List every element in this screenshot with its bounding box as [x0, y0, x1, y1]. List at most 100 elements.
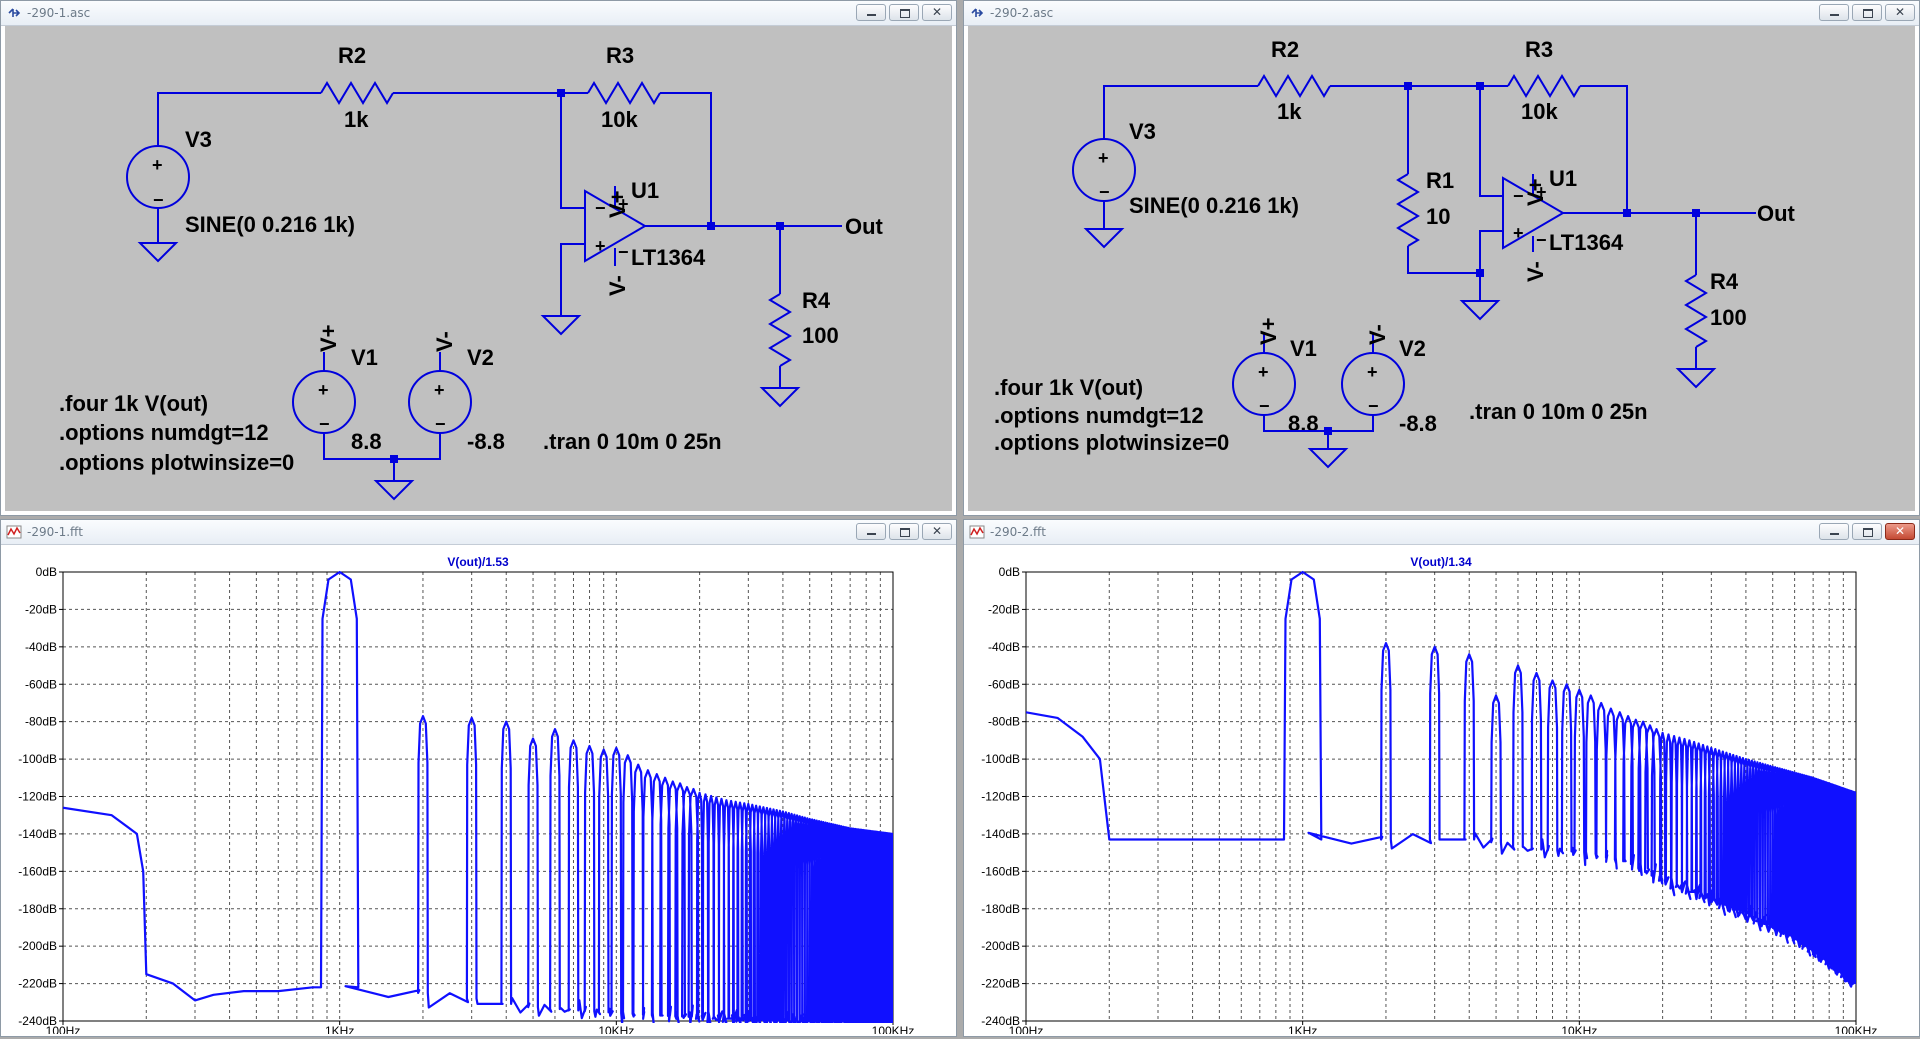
x-tick-label: 10KHz [598, 1024, 634, 1034]
svg-text:+: + [152, 155, 163, 175]
y-tick-label: -40dB [988, 640, 1020, 654]
svg-text:−: − [595, 198, 606, 218]
y-tick-label: -60dB [25, 677, 57, 691]
svg-text:+: + [318, 380, 329, 400]
svg-text:−: − [153, 190, 164, 210]
ground-symbol [759, 387, 801, 408]
v3-name: V3 [1129, 119, 1156, 144]
close-button[interactable]: ✕ [1885, 4, 1915, 21]
u1-name: U1 [631, 178, 659, 203]
out-net-label: Out [1757, 201, 1796, 226]
u1-name: U1 [1549, 166, 1577, 191]
maximize-button[interactable] [889, 4, 919, 21]
svg-text:−: − [1513, 186, 1524, 206]
r4-resistor[interactable] [768, 293, 792, 367]
r2-resistor[interactable] [320, 81, 394, 105]
fft-window-1[interactable]: -290-1.fft ✕ 0dB -20dB -40dB -60dB -80dB -100… [0, 519, 957, 1038]
minimize-icon [867, 14, 876, 16]
u1-model: LT1364 [1549, 230, 1624, 255]
svg-text:+: + [1367, 362, 1378, 382]
y-tick-label: -20dB [25, 602, 57, 616]
v2-name: V2 [1399, 336, 1426, 361]
r1-resistor[interactable] [1396, 173, 1420, 247]
minimize-icon [1830, 533, 1839, 535]
title-bar[interactable]: -290-1.asc ✕ [1, 1, 956, 26]
x-tick-label: 100Hz [1009, 1024, 1044, 1034]
waveform-icon [6, 525, 22, 539]
close-button[interactable]: ✕ [922, 4, 952, 21]
schematic-window-2[interactable]: -290-2.asc ✕ + − V3 SINE(0 0.216 1k) R2 … [963, 0, 1920, 516]
v2-net: V- [1365, 324, 1390, 345]
y-tick-label: 0dB [36, 565, 57, 579]
plot-pane[interactable]: 0dB -20dB -40dB -60dB -80dB -100dB -120dB -140d… [5, 545, 954, 1038]
y-tick-label: -200dB [981, 939, 1020, 953]
y-tick-label: -180dB [18, 902, 57, 916]
minimize-button[interactable] [1819, 523, 1849, 540]
y-tick-label: -160dB [18, 864, 57, 878]
x-tick-label: 1KHz [1288, 1024, 1317, 1034]
schematic-icon [971, 8, 984, 17]
svg-text:−: − [1099, 182, 1110, 202]
spice-directive[interactable]: .four 1k V(out) [59, 391, 208, 416]
svg-text:+: + [1513, 223, 1524, 243]
minimize-button[interactable] [856, 523, 886, 540]
u1-model: LT1364 [631, 245, 706, 270]
maximize-icon [900, 9, 910, 18]
x-tick-label: 100KHz [1835, 1024, 1878, 1034]
y-tick-label: 0dB [999, 565, 1020, 579]
svg-text:+: + [1098, 148, 1109, 168]
r2-value: 1k [344, 107, 369, 132]
title-bar[interactable]: -290-2.asc ✕ [964, 1, 1919, 26]
close-button[interactable]: ✕ [922, 523, 952, 540]
y-tick-label: -80dB [988, 715, 1020, 729]
spice-directive[interactable]: .options plotwinsize=0 [994, 430, 1229, 455]
fft-window-2[interactable]: -290-2.fft ✕ 0dB -20dB -40dB -60dB -80dB -100… [963, 519, 1920, 1038]
tran-directive[interactable]: .tran 0 10m 0 25n [543, 429, 722, 454]
y-tick-label: -220dB [981, 977, 1020, 991]
v3-value: SINE(0 0.216 1k) [185, 212, 355, 237]
svg-text:−: − [1536, 230, 1547, 250]
x-tick-label: 10KHz [1561, 1024, 1597, 1034]
r3-resistor[interactable] [1507, 74, 1581, 98]
spice-directive[interactable]: .options numdgt=12 [994, 403, 1204, 428]
svg-text:−: − [319, 414, 330, 434]
spice-directive[interactable]: .options numdgt=12 [59, 420, 269, 445]
x-tick-label: 100Hz [46, 1024, 81, 1034]
y-tick-label: -140dB [981, 827, 1020, 841]
close-button[interactable]: ✕ [1885, 523, 1915, 540]
tran-directive[interactable]: .tran 0 10m 0 25n [1469, 399, 1648, 424]
maximize-button[interactable] [1852, 4, 1882, 21]
schematic-canvas[interactable]: + − V3 SINE(0 0.216 1k) R2 1k R3 10k − + [5, 26, 952, 511]
schematic-canvas[interactable]: + − V3 SINE(0 0.216 1k) R2 1k R1 10 R3 1… [968, 26, 1915, 511]
spice-directive[interactable]: .options plotwinsize=0 [59, 450, 294, 475]
r4-resistor[interactable] [1684, 274, 1708, 348]
spice-directive[interactable]: .four 1k V(out) [994, 375, 1143, 400]
maximize-icon [900, 528, 910, 537]
r3-name: R3 [606, 43, 634, 68]
r3-resistor[interactable] [587, 81, 661, 105]
ground-symbol [540, 315, 582, 336]
title-bar[interactable]: -290-1.fft ✕ [1, 520, 956, 545]
y-tick-label: -180dB [981, 902, 1020, 916]
fft-plot[interactable]: 0dB -20dB -40dB -60dB -80dB -100dB -120dB -140d… [968, 545, 1917, 1038]
plot-pane[interactable]: 0dB -20dB -40dB -60dB -80dB -100dB -120dB -140d… [968, 545, 1917, 1038]
minimize-button[interactable] [1819, 4, 1849, 21]
schematic-window-1[interactable]: -290-1.asc ✕ + − V3 SINE(0 0.216 1k) R2 … [0, 0, 957, 516]
r1-value: 10 [1426, 204, 1450, 229]
y-tick-label: -20dB [988, 602, 1020, 616]
u1-vplus: V+ [605, 190, 630, 218]
window-title: -290-2.asc [990, 6, 1054, 20]
v3-name: V3 [185, 127, 212, 152]
r4-name: R4 [802, 288, 831, 313]
window-title: -290-1.asc [27, 6, 91, 20]
r1-name: R1 [1426, 168, 1454, 193]
x-tick-label: 100KHz [872, 1024, 915, 1034]
maximize-button[interactable] [1852, 523, 1882, 540]
minimize-button[interactable] [856, 4, 886, 21]
ground-symbol [137, 242, 179, 263]
r2-resistor[interactable] [1257, 74, 1331, 98]
x-tick-label: 1KHz [325, 1024, 354, 1034]
title-bar[interactable]: -290-2.fft ✕ [964, 520, 1919, 545]
fft-plot[interactable]: 0dB -20dB -40dB -60dB -80dB -100dB -120dB -140d… [5, 545, 954, 1038]
maximize-button[interactable] [889, 523, 919, 540]
